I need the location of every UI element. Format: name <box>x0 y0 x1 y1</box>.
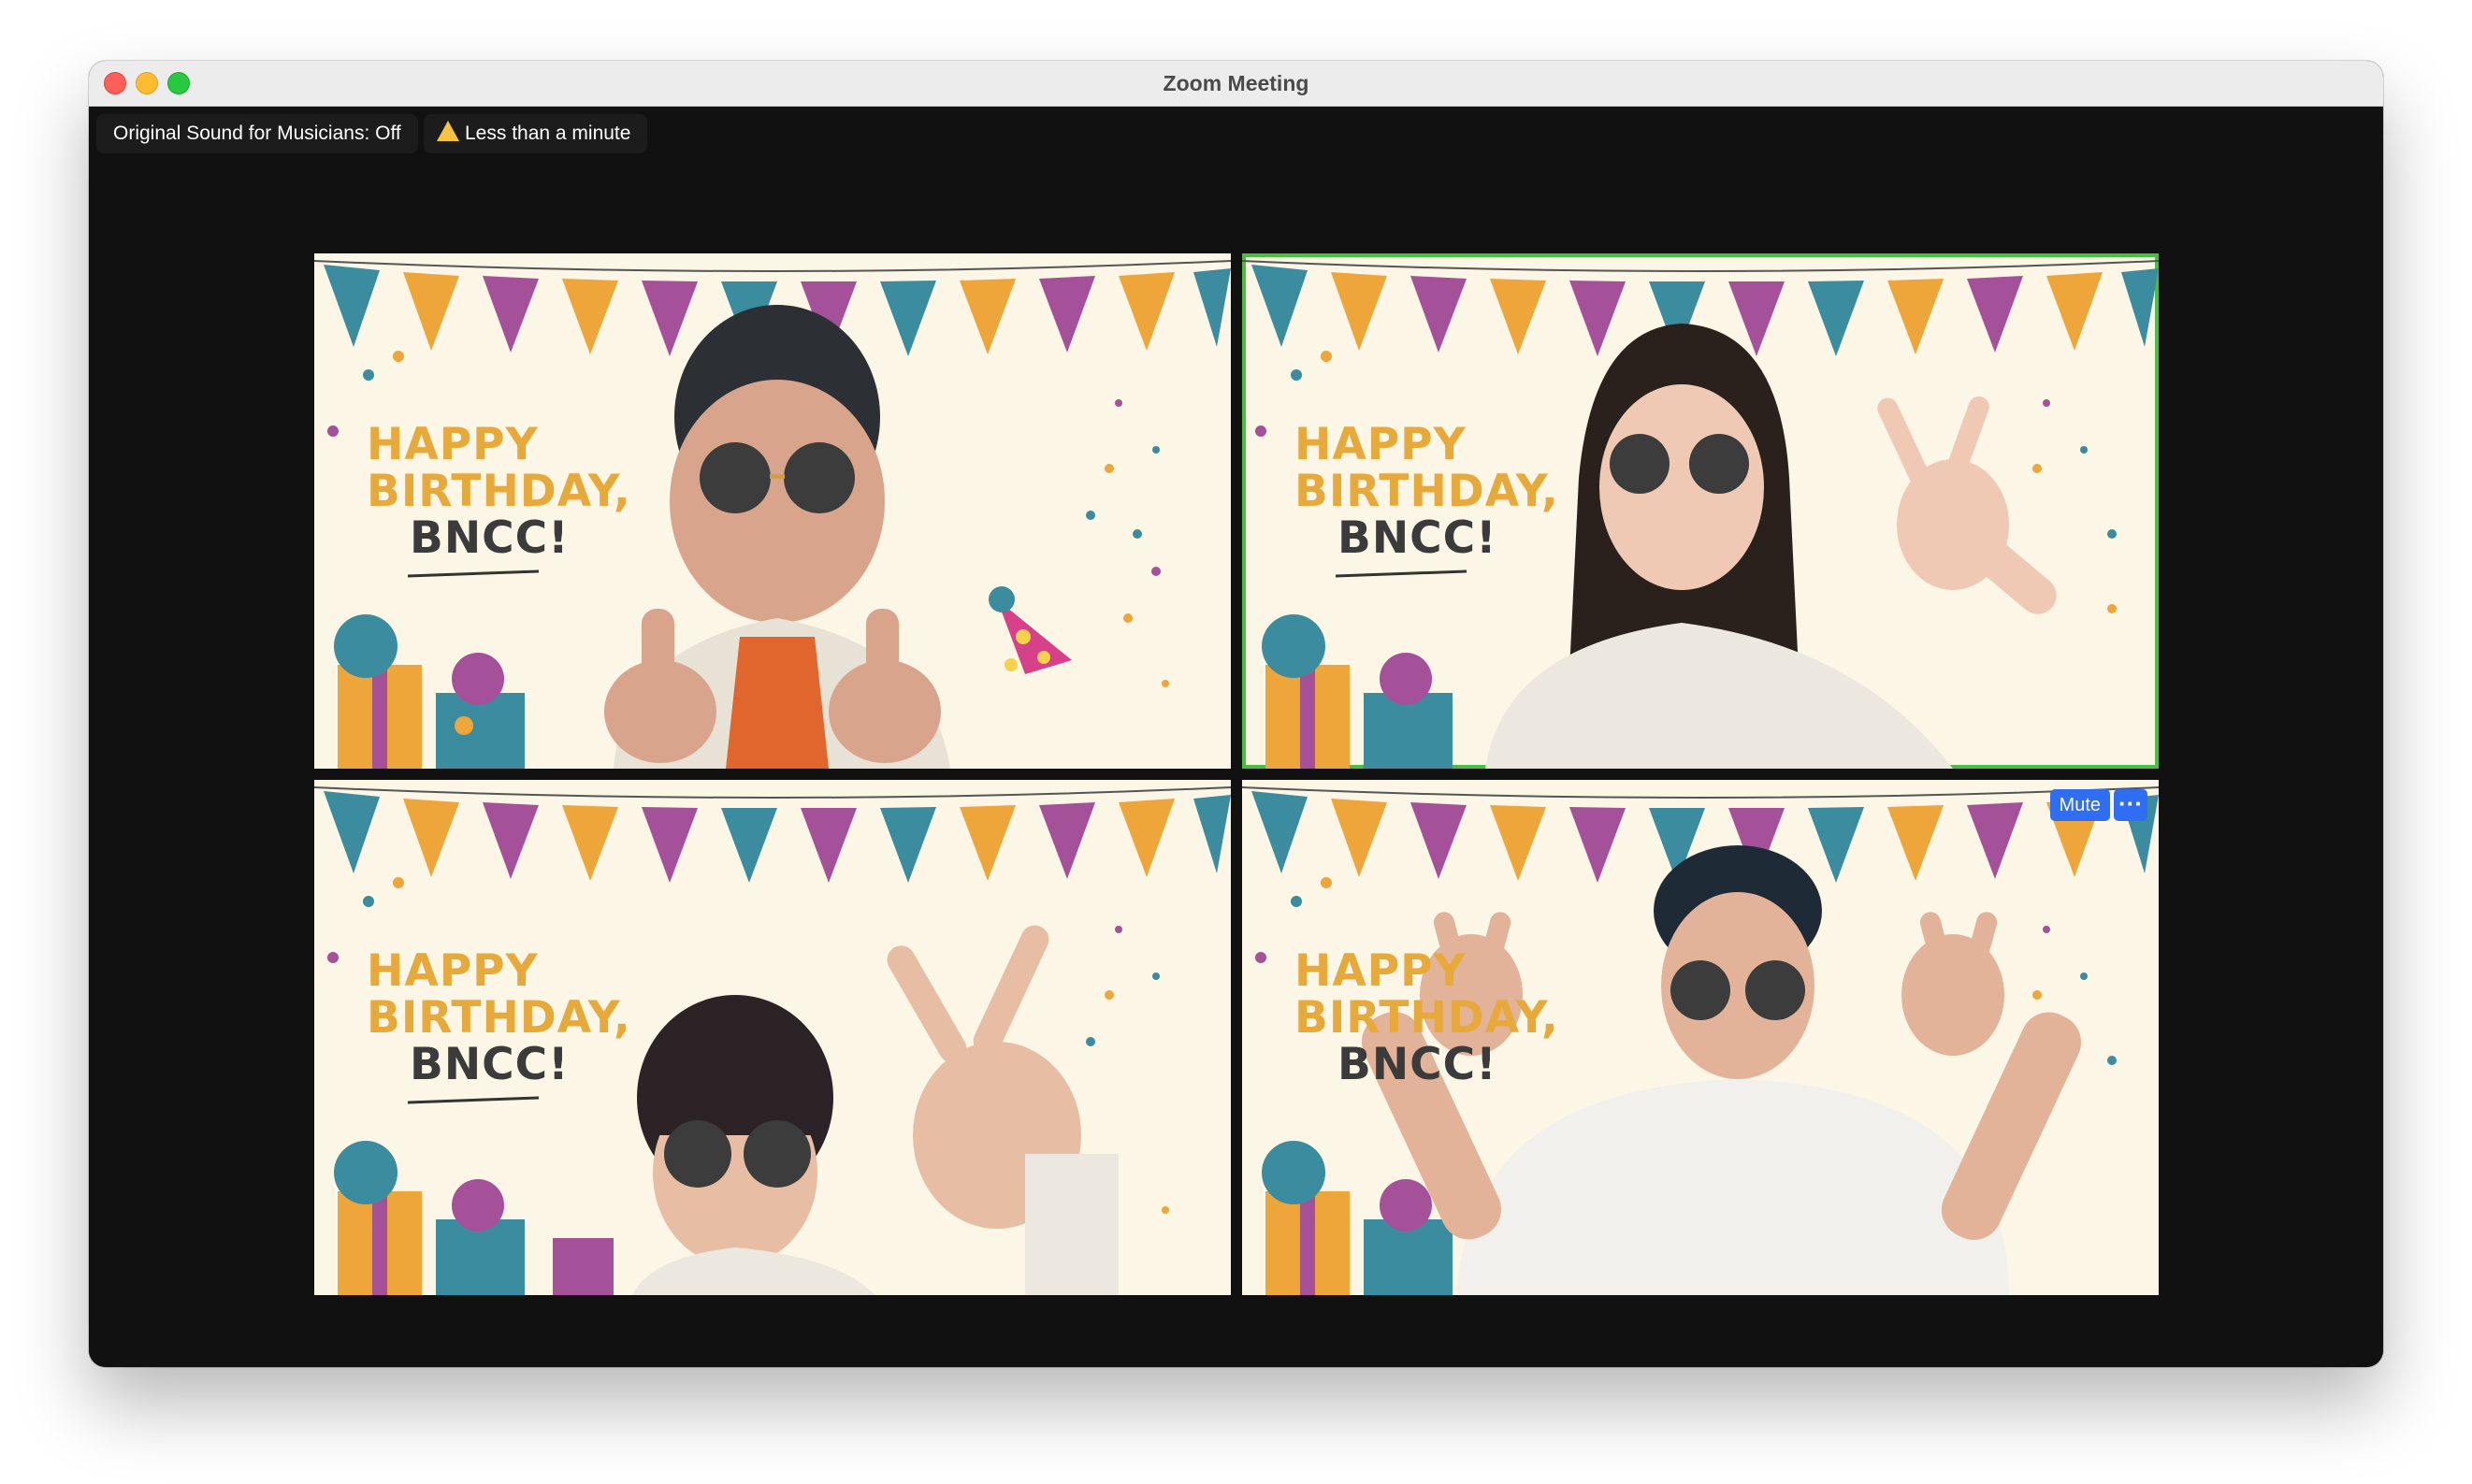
warning-icon <box>437 121 459 141</box>
banner-line-2: BIRTHDAY, <box>367 992 631 1044</box>
original-sound-toggle[interactable]: Original Sound for Musicians: Off <box>96 114 418 153</box>
banner-line-2: BIRTHDAY, <box>1294 466 1559 517</box>
mute-participant-button[interactable]: Mute <box>2049 789 2110 821</box>
banner-line-3: BNCC! <box>410 1039 570 1090</box>
more-options-button[interactable]: ··· <box>2114 789 2147 821</box>
meeting-timer: Less than a minute <box>424 114 648 153</box>
birthday-banner: HAPPY BIRTHDAY, BNCC! <box>367 422 631 562</box>
title-bar[interactable]: Zoom Meeting <box>89 61 2383 107</box>
video-tile-1[interactable]: HAPPY BIRTHDAY, BNCC! <box>314 253 1231 769</box>
tile-hover-controls: Mute ··· <box>2049 789 2147 821</box>
video-gallery: Original Sound for Musicians: Off Less t… <box>89 107 2383 1367</box>
video-tile-3[interactable]: HAPPY BIRTHDAY, BNCC! <box>314 780 1231 1295</box>
banner-line-1: HAPPY <box>1294 945 1467 997</box>
birthday-banner: HAPPY BIRTHDAY, BNCC! <box>1294 948 1559 1088</box>
banner-line-3: BNCC! <box>1337 512 1497 564</box>
birthday-banner: HAPPY BIRTHDAY, BNCC! <box>367 948 631 1088</box>
birthday-banner: HAPPY BIRTHDAY, BNCC! <box>1294 422 1559 562</box>
original-sound-label: Original Sound for Musicians: Off <box>113 122 401 144</box>
banner-line-2: BIRTHDAY, <box>1294 992 1559 1044</box>
meeting-timer-label: Less than a minute <box>465 122 631 144</box>
banner-line-2: BIRTHDAY, <box>367 466 631 517</box>
banner-line-3: BNCC! <box>410 512 570 564</box>
video-tile-4[interactable]: HAPPY BIRTHDAY, BNCC! Mute ··· <box>1242 780 2159 1295</box>
banner-line-1: HAPPY <box>1294 419 1467 470</box>
banner-line-1: HAPPY <box>367 419 539 470</box>
video-tile-2-active-speaker[interactable]: HAPPY BIRTHDAY, BNCC! <box>1242 253 2159 769</box>
banner-line-1: HAPPY <box>367 945 539 997</box>
window-title: Zoom Meeting <box>1163 71 1309 95</box>
banner-line-3: BNCC! <box>1337 1039 1497 1090</box>
zoom-window: Zoom Meeting Original Sound for Musician… <box>89 61 2383 1367</box>
